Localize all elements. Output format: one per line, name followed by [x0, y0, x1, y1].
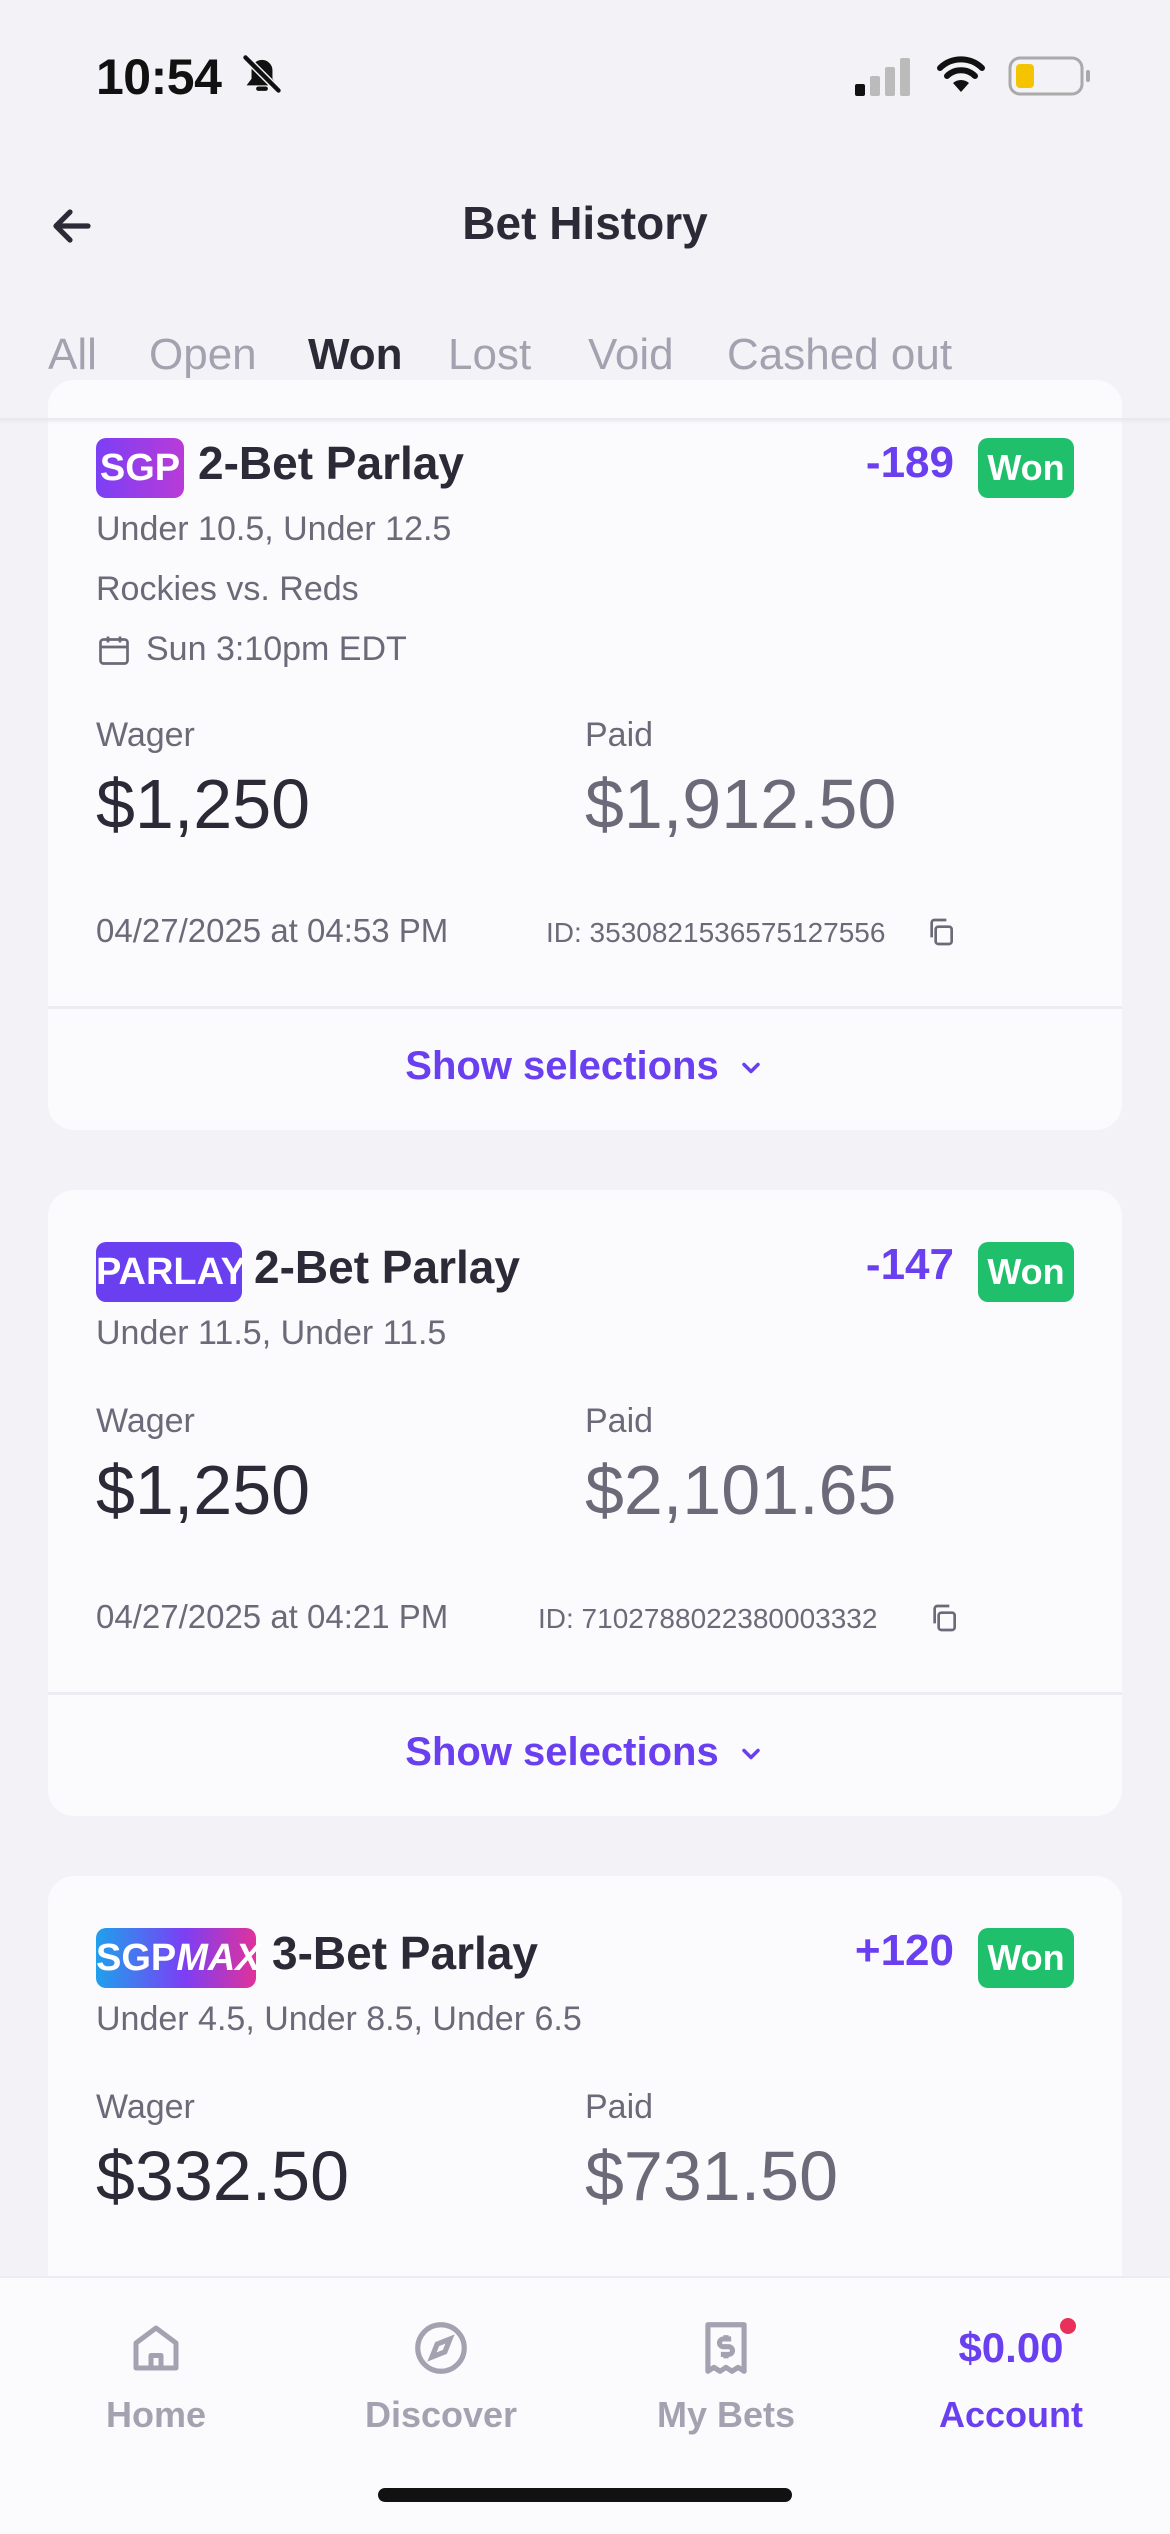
- wifi-icon: [935, 54, 987, 99]
- home-indicator: [378, 2488, 792, 2502]
- wager-label: Wager: [96, 2088, 195, 2126]
- event-time: Sun 3:10pm EDT: [146, 630, 407, 668]
- status-badge: Won: [978, 1928, 1074, 1988]
- bet-legs: Under 10.5, Under 12.5: [96, 510, 452, 548]
- wager-amount: $1,250: [96, 765, 311, 843]
- card-divider: [48, 1692, 1122, 1695]
- account-balance: $0.00: [958, 2318, 1076, 2372]
- signal-icon: [855, 56, 913, 101]
- show-selections-label: Show selections: [405, 1044, 719, 1088]
- bet-type-tag: SGP: [96, 438, 184, 498]
- status-badge: Won: [978, 438, 1074, 498]
- wager-amount: $332.50: [96, 2137, 350, 2215]
- account-balance-wrap: $0.00: [891, 2308, 1131, 2388]
- tab-cashed-out[interactable]: Cashed out: [727, 330, 952, 380]
- nav-discover[interactable]: Discover: [321, 2308, 561, 2436]
- nav-discover-label: Discover: [364, 2394, 518, 2435]
- chevron-down-icon: [719, 1044, 765, 1088]
- tab-won[interactable]: Won: [308, 330, 403, 380]
- paid-label: Paid: [585, 1402, 654, 1440]
- tab-open[interactable]: Open: [149, 330, 257, 380]
- bet-id: ID: 3530821536575127556: [546, 917, 886, 948]
- bet-type-tag: PARLAY: [96, 1242, 246, 1302]
- header-shadow: [0, 418, 1170, 424]
- copy-icon[interactable]: [925, 916, 957, 953]
- account-balance-value: $0.00: [958, 2324, 1064, 2371]
- bet-odds: -189: [865, 438, 954, 487]
- tab-void[interactable]: Void: [588, 330, 674, 380]
- paid-label: Paid: [585, 2088, 654, 2126]
- page-title: Bet History: [462, 197, 708, 249]
- paid-label: Paid: [585, 716, 654, 754]
- nav-home-label: Home: [105, 2394, 207, 2435]
- bet-legs: Under 4.5, Under 8.5, Under 6.5: [96, 2000, 582, 2038]
- paid-amount: $731.50: [585, 2137, 839, 2215]
- placed-timestamp: 04/27/2025 at 04:21 PM: [96, 1598, 449, 1635]
- bet-title: 2-Bet Parlay: [254, 1241, 520, 1293]
- bet-legs: Under 11.5, Under 11.5: [96, 1314, 447, 1352]
- placed-timestamp: 04/27/2025 at 04:53 PM: [96, 912, 449, 949]
- show-selections-label: Show selections: [405, 1730, 719, 1774]
- tag-sgp-text: SGP: [96, 1937, 177, 1979]
- calendar-icon: [96, 632, 132, 673]
- compass-icon: [321, 2308, 561, 2388]
- bet-odds: -147: [865, 1240, 954, 1289]
- wager-label: Wager: [96, 1402, 195, 1440]
- paid-amount: $1,912.50: [585, 765, 897, 843]
- battery-icon: [1008, 56, 1092, 101]
- nav-my-bets[interactable]: My Bets: [606, 2308, 846, 2436]
- bet-matchup: Rockies vs. Reds: [96, 570, 359, 608]
- wager-amount: $1,250: [96, 1451, 311, 1529]
- paid-amount: $2,101.65: [585, 1451, 897, 1529]
- status-bar: 10:54: [0, 0, 1170, 150]
- home-icon: [36, 2308, 276, 2388]
- bell-slash-icon: [240, 52, 284, 101]
- bet-odds: +120: [854, 1926, 954, 1975]
- chevron-down-icon: [719, 1730, 765, 1774]
- status-badge: Won: [978, 1242, 1074, 1302]
- bet-card[interactable]: PARLAY 2-Bet Parlay -147 Won Under 11.5,…: [48, 1190, 1122, 1816]
- bet-title: 2-Bet Parlay: [198, 437, 464, 489]
- show-selections-button[interactable]: Show selections: [48, 1730, 1122, 1775]
- tag-max-text: MAX: [176, 1937, 261, 1979]
- notification-dot: [1059, 2318, 1076, 2334]
- bet-title: 3-Bet Parlay: [272, 1927, 538, 1979]
- nav-account[interactable]: $0.00 Account: [891, 2308, 1131, 2436]
- bet-type-tag: SGPMAX: [96, 1928, 261, 1988]
- tab-all[interactable]: All: [48, 330, 97, 380]
- nav-account-label: Account: [939, 2394, 1083, 2435]
- wager-label: Wager: [96, 716, 195, 754]
- nav-my-bets-label: My Bets: [656, 2394, 796, 2435]
- copy-icon[interactable]: [928, 1602, 960, 1639]
- nav-home[interactable]: Home: [36, 2308, 276, 2436]
- status-time: 10:54: [96, 49, 222, 105]
- bet-id: ID: 7102788022380003332: [538, 1603, 878, 1634]
- show-selections-button[interactable]: Show selections: [48, 1044, 1122, 1089]
- tab-lost[interactable]: Lost: [448, 330, 531, 380]
- ticket-icon: [606, 2308, 846, 2388]
- card-divider: [48, 1006, 1122, 1009]
- bet-card[interactable]: SGP 2-Bet Parlay -189 Won Under 10.5, Un…: [48, 380, 1122, 1130]
